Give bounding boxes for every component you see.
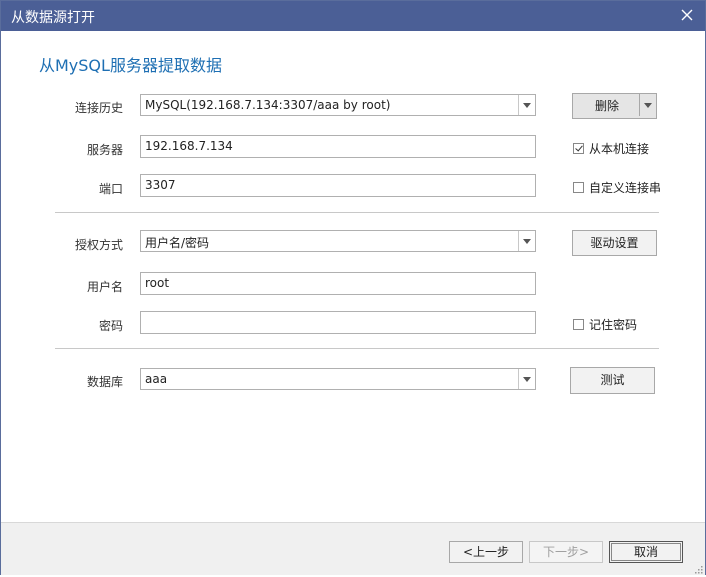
driver-settings-button[interactable]: 驱动设置	[572, 230, 657, 256]
local-connect-checkbox[interactable]: 从本机连接	[573, 140, 649, 157]
page-heading: 从MySQL服务器提取数据	[39, 56, 222, 75]
divider	[55, 212, 659, 213]
port-label: 端口	[98, 182, 123, 196]
auth-label: 授权方式	[74, 238, 123, 252]
next-step-button[interactable]: 下一步>	[529, 541, 603, 563]
local-connect-label: 从本机连接	[589, 142, 650, 156]
close-icon[interactable]	[677, 5, 697, 25]
cancel-button[interactable]: 取消	[609, 541, 683, 563]
custom-conn-str-checkbox[interactable]: 自定义连接串	[573, 179, 661, 196]
divider	[55, 348, 659, 349]
remember-password-checkbox[interactable]: 记住密码	[573, 316, 637, 333]
chevron-down-icon[interactable]	[518, 369, 535, 389]
auth-value: 用户名/密码	[145, 236, 210, 250]
password-input[interactable]	[140, 311, 536, 334]
history-label: 连接历史	[74, 101, 123, 115]
history-value: MySQL(192.168.7.134:3307/aaa by root)	[145, 98, 391, 112]
password-label: 密码	[98, 319, 123, 333]
custom-conn-str-label: 自定义连接串	[589, 181, 662, 195]
test-button[interactable]: 测试	[570, 367, 655, 394]
window-title: 从数据源打开	[11, 10, 95, 26]
username-label: 用户名	[86, 280, 123, 294]
database-combo[interactable]: aaa	[140, 368, 536, 390]
checkbox-checked-icon[interactable]	[573, 143, 584, 154]
delete-button-label[interactable]: 删除	[573, 94, 641, 118]
dialog-footer: <上一步 下一步> 取消	[1, 522, 705, 575]
port-input[interactable]: 3307	[140, 174, 536, 197]
username-input[interactable]: root	[140, 272, 536, 295]
prev-step-button[interactable]: <上一步	[449, 541, 523, 563]
checkbox-unchecked-icon[interactable]	[573, 182, 584, 193]
database-value: aaa	[145, 372, 168, 386]
auth-combo[interactable]: 用户名/密码	[140, 230, 536, 252]
delete-split-button[interactable]: 删除	[572, 93, 657, 119]
server-label: 服务器	[86, 143, 123, 157]
chevron-down-icon[interactable]	[518, 231, 535, 251]
server-input[interactable]: 192.168.7.134	[140, 135, 536, 158]
history-combo[interactable]: MySQL(192.168.7.134:3307/aaa by root)	[140, 94, 536, 116]
chevron-down-icon[interactable]	[639, 94, 656, 116]
title-bar: 从数据源打开	[1, 1, 705, 31]
remember-password-label: 记住密码	[589, 318, 638, 332]
checkbox-unchecked-icon[interactable]	[573, 319, 584, 330]
chevron-down-icon[interactable]	[518, 95, 535, 115]
dialog-window: 从数据源打开 从MySQL服务器提取数据 连接历史 MySQL(192.168.…	[0, 0, 706, 575]
database-label: 数据库	[86, 375, 123, 389]
resize-grip-icon[interactable]	[693, 563, 703, 574]
